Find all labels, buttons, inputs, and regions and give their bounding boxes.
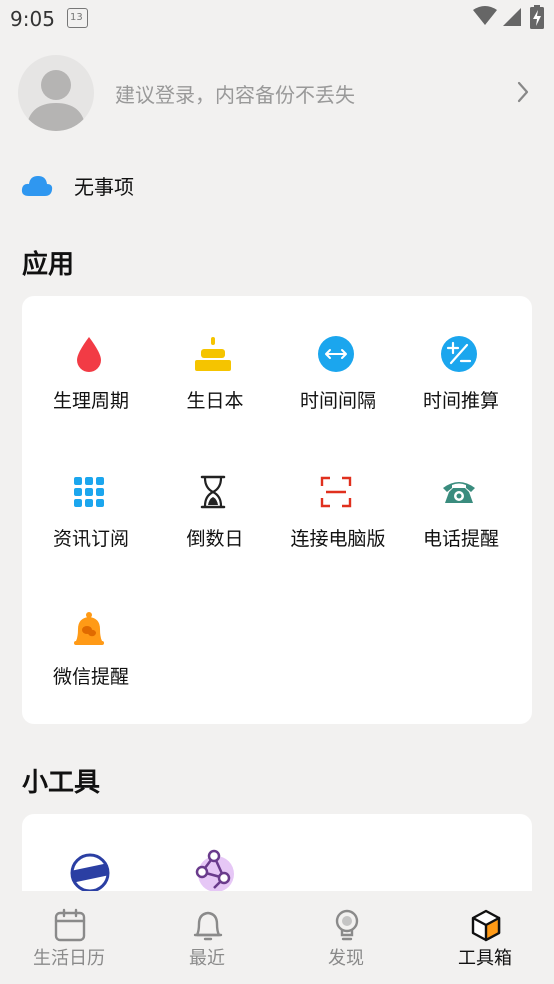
status-time: 9:05 (10, 7, 55, 31)
tab-label: 最近 (189, 948, 225, 969)
hourglass-icon (193, 472, 233, 512)
default-avatar-icon (26, 70, 86, 131)
calendar-icon (54, 908, 86, 942)
login-row[interactable]: 建议登录，内容备份不丢失 (18, 55, 536, 131)
scan-icon (316, 472, 356, 512)
battery-charging-icon (530, 5, 544, 29)
app-label: 时间推算 (422, 390, 499, 412)
grid-icon (69, 472, 109, 512)
tab-label: 发现 (328, 948, 364, 969)
tools-section-title: 小工具 (22, 768, 101, 798)
app-news-subscription[interactable]: 资讯订阅 (22, 472, 152, 572)
cloud-icon (21, 176, 53, 196)
app-label: 微信提醒 (52, 666, 129, 688)
login-hint: 建议登录，内容备份不丢失 (115, 83, 355, 107)
app-time-interval[interactable]: 时间间隔 (269, 334, 399, 434)
app-connect-desktop[interactable]: 连接电脑版 (269, 472, 399, 572)
network-graph-icon (195, 849, 234, 892)
app-label: 时间间隔 (299, 390, 376, 412)
apps-section-title: 应用 (22, 250, 75, 280)
interval-icon (316, 334, 356, 374)
app-time-calculation[interactable]: 时间推算 (392, 334, 522, 434)
signal-icon (503, 8, 521, 26)
app-label: 电话提醒 (422, 528, 499, 550)
status-bar: 9:05 13 (0, 0, 554, 38)
app-period-tracker[interactable]: 生理周期 (22, 334, 152, 434)
tool-test-stamp[interactable] (69, 852, 111, 894)
app-label: 连接电脑版 (290, 528, 386, 550)
tab-life-calendar[interactable]: 生活日历 (0, 891, 138, 984)
plus-minus-icon (439, 334, 479, 374)
phone-icon (439, 472, 479, 512)
app-phone-reminder[interactable]: 电话提醒 (392, 472, 522, 572)
bell-icon (193, 911, 223, 941)
test-stamp-icon (70, 853, 110, 893)
box-icon (471, 909, 501, 942)
app-wechat-reminder[interactable]: 微信提醒 (22, 610, 152, 710)
app-countdown[interactable]: 倒数日 (146, 472, 276, 572)
sync-status-label: 无事项 (74, 175, 134, 199)
avatar[interactable] (18, 55, 94, 131)
tool-network-graph[interactable] (190, 848, 238, 896)
bell-wechat-icon (69, 610, 109, 650)
tab-recent[interactable]: 最近 (138, 891, 276, 984)
wifi-icon (473, 6, 497, 25)
bulb-icon (335, 909, 359, 941)
tab-label: 工具箱 (458, 948, 512, 969)
tab-toolbox[interactable]: 工具箱 (416, 891, 554, 984)
cake-icon (193, 334, 233, 374)
chevron-right-icon (517, 81, 529, 103)
tab-label: 生活日历 (33, 948, 105, 969)
app-label: 生日本 (186, 390, 244, 412)
bottom-tab-bar: 生活日历 最近 发现 工具箱 (0, 891, 554, 984)
tab-discover[interactable]: 发现 (277, 891, 415, 984)
calendar-notification-icon: 13 (67, 8, 88, 28)
app-label: 生理周期 (52, 390, 129, 412)
app-birthday-book[interactable]: 生日本 (146, 334, 276, 434)
calendar-notification-day: 13 (70, 12, 83, 23)
app-label: 资讯订阅 (52, 528, 129, 550)
apps-card: 生理周期 生日本 时间间隔 时间推算 资讯订阅 倒数日 连接电脑版 电话提醒 微… (22, 296, 532, 724)
drop-icon (69, 334, 109, 374)
app-label: 倒数日 (186, 528, 244, 550)
